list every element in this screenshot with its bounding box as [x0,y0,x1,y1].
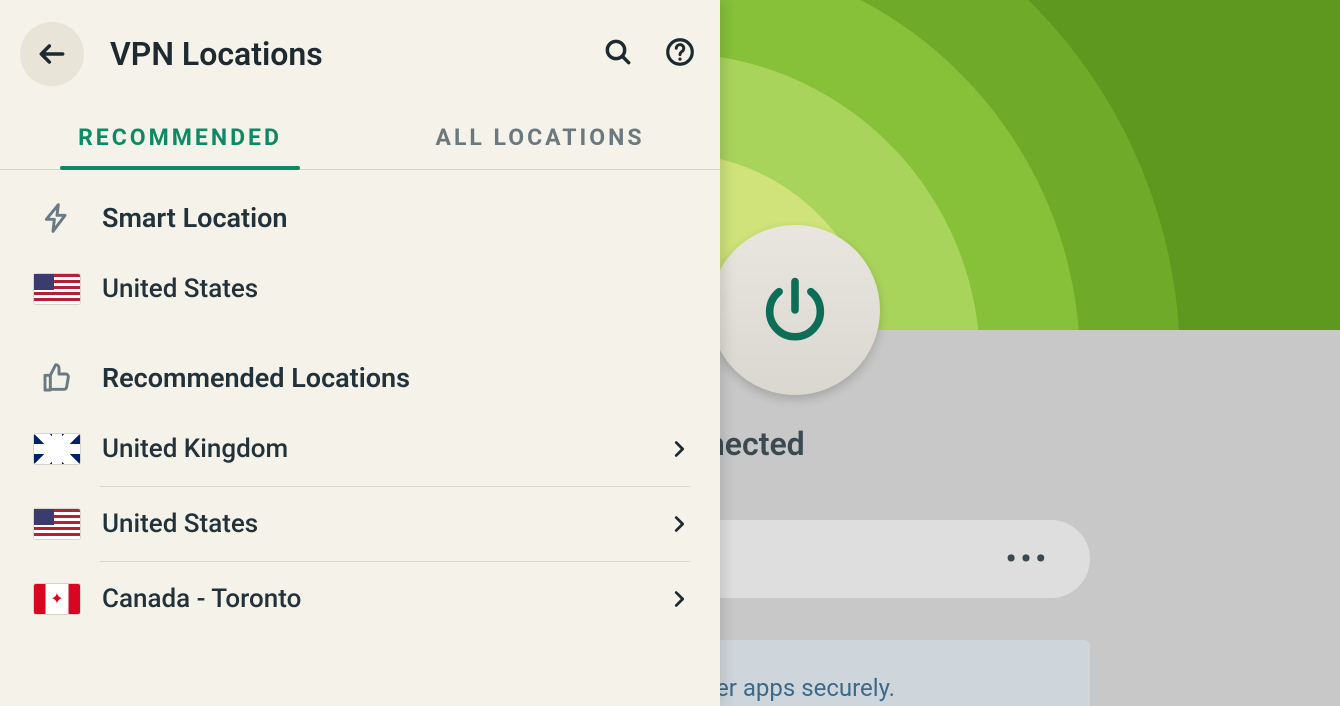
location-label: United States [102,509,668,539]
back-button[interactable] [20,22,84,86]
flag-ca-icon [34,584,80,614]
panel-header: VPN Locations [0,0,720,104]
smart-location-item[interactable]: United States [0,252,720,326]
location-label: United Kingdom [102,434,668,464]
tab-bar: RECOMMENDED ALL LOCATIONS [0,104,720,170]
help-icon [664,36,696,68]
smart-location-title: Smart Location [102,202,288,234]
info-text: ther apps securely. [695,674,895,702]
location-row-canada[interactable]: Canada - Toronto [0,562,720,636]
power-icon [757,272,833,348]
help-button[interactable] [664,36,696,72]
recommended-title: Recommended Locations [102,362,410,394]
thumbs-up-icon [36,362,78,394]
chevron-right-icon [668,438,690,460]
locations-list: Smart Location United States Recommended… [0,170,720,706]
header-actions [602,36,696,72]
location-label: Canada - Toronto [102,584,668,614]
power-button[interactable] [710,225,880,395]
location-row-uk[interactable]: United Kingdom [0,412,720,486]
back-arrow-icon [36,38,68,70]
panel-title: VPN Locations [110,35,602,73]
more-icon: ••• [1006,542,1050,577]
flag-uk-icon [34,434,80,464]
lightning-icon [36,202,78,234]
smart-location-label: United States [102,274,690,304]
search-icon [602,36,634,68]
smart-location-header: Smart Location [0,184,720,252]
search-button[interactable] [602,36,634,72]
tab-all-locations[interactable]: ALL LOCATIONS [360,104,720,169]
chevron-right-icon [668,588,690,610]
flag-us-icon [34,509,80,539]
tab-recommended[interactable]: RECOMMENDED [0,104,360,169]
location-row-us[interactable]: United States [0,487,720,561]
recommended-header: Recommended Locations [0,344,720,412]
locations-panel: VPN Locations RECOMMENDED ALL LOCATIONS [0,0,720,706]
flag-us-icon [34,274,80,304]
chevron-right-icon [668,513,690,535]
